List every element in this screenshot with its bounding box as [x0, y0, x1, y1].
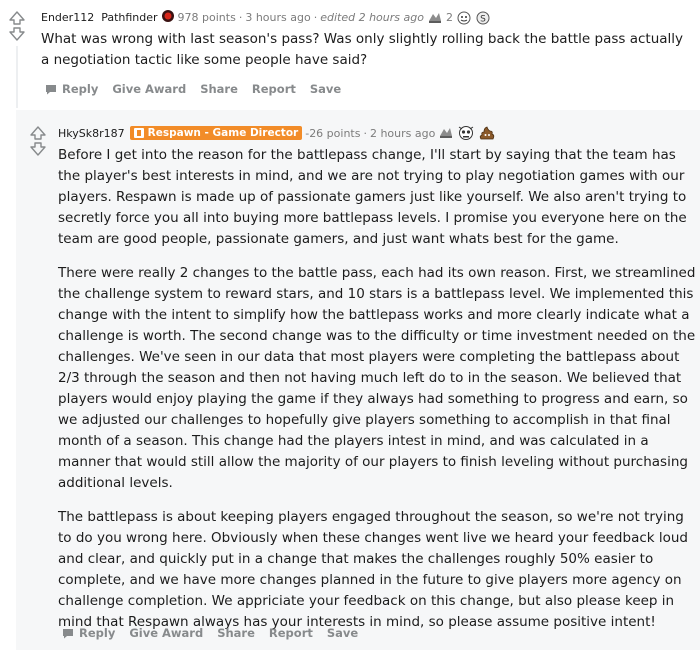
parent-comment-body: What was wrong with last season's pass? … — [41, 29, 691, 84]
parent-points: 978 points — [177, 11, 236, 24]
respawn-director-flair: Respawn - Game Director — [129, 126, 303, 140]
award-face-icon[interactable] — [456, 11, 472, 25]
upvote-arrow-icon[interactable] — [7, 10, 27, 26]
report-button[interactable]: Report — [252, 82, 296, 96]
thread-line[interactable] — [16, 46, 18, 108]
reply-comment-body: Before I get into the reason for the bat… — [58, 145, 696, 646]
award-dollar-icon[interactable]: S — [475, 11, 491, 25]
report-button[interactable]: Report — [269, 626, 313, 640]
award-skull-face-icon[interactable] — [457, 125, 475, 141]
reply-action-bar: Reply Give Award Share Report Save — [62, 626, 358, 640]
reply-button[interactable]: Reply — [62, 626, 115, 640]
flair-emblem-icon — [161, 9, 175, 26]
comment-paragraph: There were really 2 changes to the battl… — [58, 265, 696, 491]
comment-bubble-icon — [63, 628, 73, 638]
reply-vote-column — [28, 125, 48, 157]
give-award-button[interactable]: Give Award — [129, 626, 203, 640]
award-poop-icon[interactable] — [478, 125, 496, 141]
parent-username[interactable]: Ender112 — [41, 11, 94, 24]
comment-bubble-icon — [46, 84, 56, 94]
award-silver-icon[interactable] — [427, 11, 443, 25]
share-button[interactable]: Share — [217, 626, 255, 640]
svg-text:S: S — [480, 14, 486, 24]
downvote-arrow-icon[interactable] — [7, 26, 27, 42]
award-silver-icon[interactable] — [438, 126, 454, 140]
parent-action-bar: Reply Give Award Share Report Save — [45, 82, 341, 96]
reply-button[interactable]: Reply — [45, 82, 98, 96]
share-button[interactable]: Share — [200, 82, 238, 96]
reply-label: Reply — [79, 626, 116, 640]
downvote-arrow-icon[interactable] — [28, 141, 48, 157]
parent-user-flair: Pathfinder — [101, 11, 158, 24]
parent-edited: edited 2 hours ago — [320, 11, 424, 24]
comment-paragraph: The battlepass is about keeping players … — [58, 509, 689, 630]
upvote-arrow-icon[interactable] — [28, 125, 48, 141]
comment-paragraph: What was wrong with last season's pass? … — [41, 31, 684, 68]
reply-label: Reply — [62, 82, 99, 96]
save-button[interactable]: Save — [327, 626, 358, 640]
reply-username[interactable]: HkySk8r187 — [58, 127, 125, 140]
parent-comment-meta: Ender112 Pathfinder 978 points · 3 hours… — [41, 9, 491, 26]
parent-vote-column — [7, 10, 27, 42]
comment-paragraph: Before I get into the reason for the bat… — [58, 147, 687, 247]
save-button[interactable]: Save — [310, 82, 341, 96]
reply-timestamp[interactable]: 2 hours ago — [370, 127, 435, 140]
reply-user-flair: Respawn - Game Director — [147, 127, 299, 139]
give-award-button[interactable]: Give Award — [112, 82, 186, 96]
reply-comment-meta: HkySk8r187 Respawn - Game Director -26 p… — [58, 125, 496, 141]
award-count: 2 — [445, 11, 453, 24]
respawn-logo-icon — [133, 128, 144, 138]
reply-points: -26 points — [305, 126, 361, 140]
parent-timestamp[interactable]: 3 hours ago — [245, 11, 310, 24]
